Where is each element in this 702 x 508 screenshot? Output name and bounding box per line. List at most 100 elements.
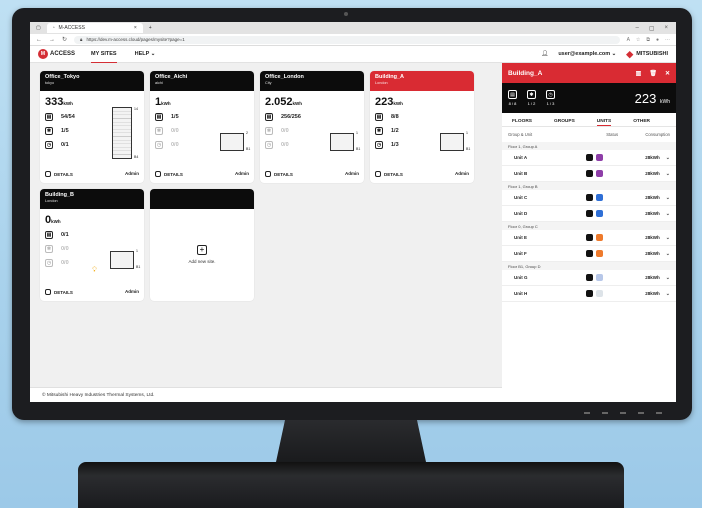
window-icon: ▢ [36, 25, 41, 31]
site-energy: 223kWh [375, 96, 403, 108]
top-floor-label: 1 [356, 131, 358, 135]
site-units-stat: ▤ 8/8 [375, 113, 399, 121]
chevron-down-icon[interactable]: ⌄ [666, 235, 670, 241]
site-units-value: 1/5 [171, 114, 179, 120]
nav-help[interactable]: HELP ⌄ [135, 46, 156, 62]
chevron-down-icon[interactable]: ⌄ [666, 155, 670, 161]
unit-row[interactable]: Unit B 28kWh ⌄ [502, 166, 676, 182]
star-icon[interactable]: ☆ [636, 37, 640, 43]
forward-icon[interactable]: → [49, 37, 55, 43]
site-energy-value: 333 [45, 96, 64, 108]
site-card[interactable]: Building_A London 223kWh ▤ 8/8 ✱ 1/2 ◷ 1… [370, 71, 474, 183]
tab-close-icon[interactable]: × [134, 25, 137, 31]
site-energy-value: 2.052 [265, 96, 293, 108]
details-button[interactable]: DETAILS [45, 171, 73, 177]
monitor-button[interactable] [656, 412, 662, 414]
unit-list: Floor 1, Group A Unit A 28kWh ⌄ Unit B 28k… [502, 142, 676, 302]
unit-row[interactable]: Unit H 28kWh ⌄ [502, 286, 676, 302]
ac-unit-icon: ▤ [265, 113, 273, 121]
panel-units-value: 8 / 8 [508, 101, 517, 106]
details-button[interactable]: DETAILS [375, 171, 403, 177]
chevron-down-icon[interactable]: ⌄ [666, 171, 670, 177]
unit-row[interactable]: Unit C 28kWh ⌄ [502, 190, 676, 206]
details-button[interactable]: DETAILS [45, 289, 73, 295]
site-card[interactable]: Building_B London 0kWh ▤ 0/1 ✱ 0/0 ◷ 0/0… [40, 189, 144, 301]
site-card-footer: DETAILS Admin [155, 171, 249, 177]
logo-m-icon: M [38, 49, 48, 59]
top-floor-label: 1 [136, 249, 138, 253]
browser-tab[interactable]: ▫ M-ACCESS × [46, 23, 143, 33]
maximize-icon[interactable]: ▢ [649, 25, 655, 32]
panel-energy-unit: kWh [660, 98, 670, 105]
details-button[interactable]: DETAILS [155, 171, 183, 177]
monitor-base [78, 462, 624, 508]
bottom-floor-label: B1 [136, 265, 141, 269]
status-color-icon [596, 234, 603, 241]
app-logo[interactable]: M ACCESS [38, 49, 75, 59]
app-header: M ACCESS MY SITES HELP ⌄ 👤︎ user@example… [30, 46, 676, 63]
chevron-down-icon[interactable]: ⌄ [666, 251, 670, 257]
unit-row[interactable]: Unit G 28kWh ⌄ [502, 270, 676, 286]
site-card[interactable]: Office_Aichi aichi 1kWh ▤ 1/5 ✱ 0/0 ◷ 0/… [150, 71, 254, 183]
user-menu[interactable]: user@example.com ⌄ [558, 51, 616, 57]
tab-other[interactable]: OTHER [633, 119, 650, 126]
panel-title: Building_A [508, 69, 543, 77]
address-bar-row: ← → ↻ 🔒︎ https://dev.m-access.cloud/page… [30, 34, 676, 46]
add-site-label: Add new site. [188, 258, 216, 264]
unit-row[interactable]: Unit D 28kWh ⌄ [502, 206, 676, 222]
panel-tabs: FLOORS GROUPS UNITS OTHER [502, 113, 676, 127]
site-name: Office_Tokyo [45, 74, 80, 80]
back-icon[interactable]: ← [36, 37, 42, 43]
tab-floors[interactable]: FLOORS [512, 119, 532, 126]
trash-icon[interactable]: 🗑︎ [649, 70, 657, 77]
profile-icon[interactable]: ● [656, 37, 659, 43]
unit-row[interactable]: Unit F 28kWh ⌄ [502, 246, 676, 262]
status-color-icon [596, 170, 603, 177]
panel-header: Building_A ▥ 🗑︎ ✕ [502, 63, 676, 83]
chevron-down-icon[interactable]: ⌄ [666, 291, 670, 297]
close-window-icon[interactable]: × [664, 25, 668, 32]
monitor-button[interactable] [620, 412, 626, 414]
details-button[interactable]: DETAILS [265, 171, 293, 177]
reload-icon[interactable]: ↻ [62, 36, 67, 43]
chart-icon[interactable]: ▥ [636, 70, 642, 77]
status-color-icon [596, 194, 603, 201]
site-units-value: 256/256 [281, 114, 301, 120]
monitor-button[interactable] [638, 412, 644, 414]
nav-my-sites[interactable]: MY SITES [91, 46, 117, 63]
close-panel-icon[interactable]: ✕ [665, 70, 670, 77]
monitor-button[interactable] [602, 412, 608, 414]
unit-row[interactable]: Unit A 28kWh ⌄ [502, 150, 676, 166]
fan-icon: ✱ [45, 245, 53, 253]
ac-unit-icon: ▤ [155, 113, 163, 121]
read-aloud-icon[interactable]: A [627, 37, 630, 43]
url-text: https://dev.m-access.cloud/pages/mysite?… [86, 37, 185, 42]
chevron-down-icon[interactable]: ⌄ [666, 211, 670, 217]
site-card[interactable]: Office_London City 2.052kWh ▤ 256/256 ✱ … [260, 71, 364, 183]
mode-icon [586, 290, 593, 297]
monitor-neck [276, 420, 426, 462]
details-icon [45, 289, 51, 295]
unit-consumption: 28kWh [645, 155, 660, 160]
minimize-icon[interactable]: – [635, 25, 638, 32]
monitor-button[interactable] [584, 412, 590, 414]
details-icon [155, 171, 161, 177]
chevron-down-icon[interactable]: ⌄ [666, 275, 670, 281]
tab-groups[interactable]: GROUPS [554, 119, 575, 126]
menu-dots-icon[interactable]: ⋯ [665, 37, 670, 43]
chevron-down-icon[interactable]: ⌄ [666, 195, 670, 201]
tab-units[interactable]: UNITS [596, 119, 612, 126]
site-card[interactable]: Office_Tokyo tokyo 333kWh ▤ 54/54 ✱ 1/5 … [40, 71, 144, 183]
building-diagram [112, 107, 132, 159]
url-field[interactable]: 🔒︎ https://dev.m-access.cloud/pages/mysi… [74, 35, 620, 44]
unit-consumption: 28kWh [645, 275, 660, 280]
site-role: Admin [455, 171, 469, 176]
details-label: DETAILS [54, 289, 73, 295]
add-site-card[interactable]: + Add new site. [150, 189, 254, 301]
site-energy-unit: kWh [51, 219, 61, 224]
site-card-header: Office_London City [260, 71, 364, 91]
unit-row[interactable]: Unit E 28kWh ⌄ [502, 230, 676, 246]
panel-header-icons: ▥ 🗑︎ ✕ [636, 70, 670, 77]
extensions-icon[interactable]: ⧉ [646, 37, 650, 43]
new-tab-icon[interactable]: + [149, 25, 152, 31]
